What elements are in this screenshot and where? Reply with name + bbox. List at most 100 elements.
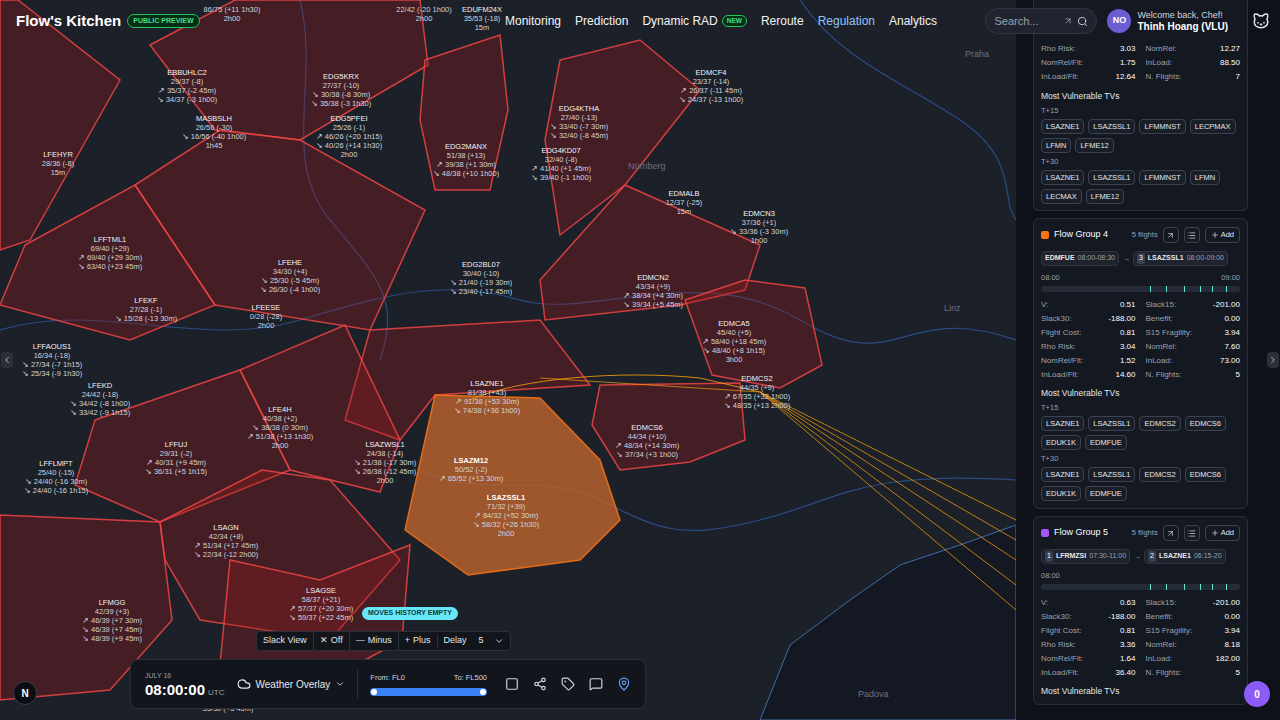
tv-chip[interactable]: LSAZSSL1 xyxy=(1088,119,1135,134)
tv-chip[interactable]: EDMFUE xyxy=(1085,486,1127,501)
sector-label[interactable]: EBBUHLC229/37 (-8)↗ 35/37 (-2 45m)↘ 34/3… xyxy=(157,68,217,104)
sector-label[interactable]: EDG5PFEI25/26 (-1)↗ 46/26 (+20 1h15)↘ 40… xyxy=(316,114,382,159)
map[interactable]: PrahaNürnbergLinzPadova86/75 (+11 1h30)2… xyxy=(0,0,1016,720)
timeline-track[interactable] xyxy=(1041,584,1240,590)
route-chip[interactable]: 1LFRMZSI07:30-11:00 xyxy=(1041,549,1130,564)
cat-icon[interactable] xyxy=(1252,12,1270,30)
sector-label[interactable]: LSAGSE58/37 (+21)↗ 57/37 (+20 30m)↘ 59/3… xyxy=(289,586,353,622)
nav-item[interactable]: Reroute xyxy=(761,12,804,30)
sector-label[interactable]: LFMGG42/39 (+3)↗ 46/39 (+7 30m)↘ 46/39 (… xyxy=(82,598,142,643)
tool-button[interactable] xyxy=(589,677,603,691)
left-collapse[interactable] xyxy=(1,352,13,368)
level-handle[interactable] xyxy=(371,689,377,695)
sector-label[interactable]: MASBSLH26/56 (-30)↘ 16/56 (-40 1h00)1h45 xyxy=(182,114,247,150)
route-chip[interactable]: 2LSAZNE106:15-20 xyxy=(1144,549,1225,564)
tv-chip[interactable]: LFMMNST xyxy=(1139,170,1185,185)
tv-chip[interactable]: LFMN xyxy=(1041,138,1071,153)
sector-value: ↗ 51/34 (+17 45m) xyxy=(194,541,258,550)
tv-chip[interactable]: LSAZNE1 xyxy=(1041,416,1084,431)
open-button[interactable] xyxy=(1163,525,1179,541)
sector-label[interactable]: EDMCA545/40 (+5)↗ 58/40 (+18 45m)↘ 48/40… xyxy=(702,319,766,364)
level-handle[interactable] xyxy=(480,689,486,695)
tv-chip[interactable]: LECMAX xyxy=(1041,189,1082,204)
tv-chip[interactable]: LFMN xyxy=(1190,170,1220,185)
sector-label[interactable]: EDMCS644/34 (+10)↗ 48/34 (+14 30m)↘ 37/3… xyxy=(615,423,679,459)
notification-badge[interactable]: 0 xyxy=(1244,681,1270,707)
tv-chip[interactable]: EDMCS6 xyxy=(1185,416,1226,431)
logo[interactable]: Flow's Kitchen xyxy=(16,10,121,33)
level-slider[interactable] xyxy=(370,688,487,696)
sector-label[interactable]: EDMALB12/37 (-25)15m xyxy=(666,189,703,216)
nav-item[interactable]: Analytics xyxy=(889,12,937,30)
add-button[interactable]: Add xyxy=(1205,525,1240,541)
delay-select[interactable]: 5 xyxy=(473,634,510,648)
nav-item[interactable]: Prediction xyxy=(575,12,628,30)
sector-label[interactable]: LFEKD24/42 (-18)↘ 34/42 (-8 1h00)↘ 33/42… xyxy=(70,381,130,417)
slack-option[interactable]: +Plus xyxy=(398,632,437,650)
weather-overlay-select[interactable]: Weather Overlay xyxy=(237,677,346,692)
tv-chip[interactable]: LSAZNE1 xyxy=(1041,170,1084,185)
sector-label[interactable]: LFFUJ29/31 (-2)↗ 40/31 (+9 45m)↘ 36/31 (… xyxy=(145,440,207,476)
sector-label[interactable]: 86/75 (+11 1h30)2h00 xyxy=(204,5,261,23)
sector-label[interactable]: EDMCF423/37 (-14)↗ 26/37 (-11 45m)↘ 24/3… xyxy=(679,68,744,104)
tv-chip[interactable]: LFME12 xyxy=(1086,189,1124,204)
timeline-track[interactable] xyxy=(1041,286,1240,292)
sector-label[interactable]: EDG5KRX27/37 (-10)↘ 30/38 (-8 30m)↘ 35/3… xyxy=(311,72,371,108)
sector-label[interactable]: LSAZNE181/38 (+43)↗ 91/38 (+53 30m)↘ 74/… xyxy=(454,379,520,415)
route-chip[interactable]: 3LSAZSSL108:00-09:00 xyxy=(1133,251,1228,266)
tool-button[interactable] xyxy=(505,677,519,691)
tv-chip[interactable]: EDUK1K xyxy=(1041,486,1081,501)
sector-label[interactable]: LFEKF27/28 (-1)↘ 15/28 (-13 30m) xyxy=(115,296,177,323)
open-button[interactable] xyxy=(1163,227,1179,243)
list-button[interactable] xyxy=(1184,525,1200,541)
sector-label[interactable]: LFFLMPT25/40 (-15)↘ 24/40 (-16 30m)↘ 24/… xyxy=(24,459,89,495)
sector-label[interactable]: 22/42 (-20 1h00)2h00 xyxy=(396,5,451,23)
sector-label[interactable]: EDMCS244/35 (+9)↗ 67/35 (+32 1h00)↘ 48/3… xyxy=(724,374,790,410)
tv-chip[interactable]: EDMCS6 xyxy=(1185,467,1226,482)
tv-chip[interactable]: LFMMNST xyxy=(1139,119,1185,134)
nav-item[interactable]: Monitoring xyxy=(505,12,561,30)
tv-chip[interactable]: EDMFUE xyxy=(1085,435,1127,450)
tv-chip[interactable]: LSAZSSL1 xyxy=(1088,170,1135,185)
slack-option[interactable]: ✕Off xyxy=(313,632,349,650)
search-box[interactable]: Search... xyxy=(985,8,1097,34)
tv-chip[interactable]: EDUK1K xyxy=(1041,435,1081,450)
tv-chip[interactable]: LSAZSSL1 xyxy=(1088,416,1135,431)
nav-item[interactable]: Regulation xyxy=(818,12,875,30)
nav-item[interactable]: Dynamic RADNEW xyxy=(642,12,747,30)
sector-label[interactable]: LFEHYR28/36 (-8)15m xyxy=(42,150,75,177)
sector-label[interactable]: LFEHE34/30 (+4)↘ 25/30 (-5 45m)↘ 26/30 (… xyxy=(260,258,320,294)
north-button[interactable]: N xyxy=(13,681,37,705)
sector-label[interactable]: EDG2MANX51/38 (+13)↗ 39/38 (+1 30m)↘ 48/… xyxy=(433,142,499,178)
tool-button[interactable] xyxy=(617,677,631,691)
sector-label[interactable]: EDMCN337/36 (+1)↘ 33/36 (-3 30m)1h00 xyxy=(730,209,788,245)
tv-chip[interactable]: LFME12 xyxy=(1075,138,1113,153)
sector-label[interactable]: EDG4KD0732/40 (-8)↗ 41/40 (+1 45m)↘ 39/4… xyxy=(531,146,591,182)
sector-label[interactable]: LSAZWSL124/38 (-14)↘ 21/38 (-17 30m)↘ 26… xyxy=(354,440,416,485)
sector-label[interactable]: EDG4KTHA27/40 (-13)↘ 33/40 (-7 30m)↘ 32/… xyxy=(550,104,608,140)
user[interactable]: NOWelcome back, Chef!Thinh Hoang (VLU) xyxy=(1107,9,1228,33)
sector-label[interactable]: LSAZSSL171/32 (+39)↗ 84/32 (+52 30m)↘ 58… xyxy=(473,493,539,538)
sector-label[interactable]: LFFTML169/40 (+29)↗ 69/40 (+29 30m)↘ 63/… xyxy=(78,235,142,271)
sector-label[interactable]: EDUFM24X35/53 (-18)15m xyxy=(462,5,502,32)
tv-chip[interactable]: EDMCS2 xyxy=(1139,467,1180,482)
tool-button[interactable] xyxy=(561,677,575,691)
tv-chip[interactable]: LSAZNE1 xyxy=(1041,467,1084,482)
sector-label[interactable]: EDMCN243/34 (+9)↗ 38/34 (+4 30m)↘ 39/34 … xyxy=(623,273,683,309)
tv-chip[interactable]: LECPMAX xyxy=(1190,119,1236,134)
sector-label[interactable]: LSAGN42/34 (+8)↗ 51/34 (+17 45m)↘ 22/34 … xyxy=(194,523,259,559)
tv-chip[interactable]: LSAZNE1 xyxy=(1041,119,1084,134)
sector-label[interactable]: LFEESE0/28 (-28)2h00 xyxy=(250,303,283,330)
slack-option[interactable]: —Minus xyxy=(349,632,398,650)
sector-label[interactable]: LSAZM1250/52 (-2)↗ 65/52 (+13 30m) xyxy=(439,456,503,483)
right-collapse[interactable] xyxy=(1267,352,1279,368)
route-chip[interactable]: EDMFUE08:00-08:30 xyxy=(1041,251,1119,266)
sector-label[interactable]: LFFAOUS116/34 (-18)↘ 27/34 (-7 1h15)↘ 25… xyxy=(22,342,82,378)
sector-label[interactable]: EDG2BL0730/40 (-10)↘ 21/40 (-19 30m)↘ 23… xyxy=(450,260,512,296)
sector-label[interactable]: LFE4H40/38 (+2)↘ 38/38 (0 30m)↗ 51/38 (+… xyxy=(247,405,313,450)
tool-button[interactable] xyxy=(533,677,547,691)
tv-chip[interactable]: LSAZSSL1 xyxy=(1088,467,1135,482)
list-button[interactable] xyxy=(1184,227,1200,243)
add-button[interactable]: Add xyxy=(1205,227,1240,243)
tv-chip[interactable]: EDMCS2 xyxy=(1139,416,1180,431)
